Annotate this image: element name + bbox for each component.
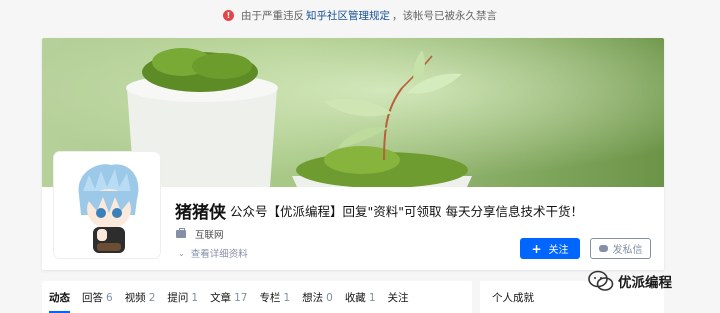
notice-suffix: ，该帐号已被永久禁言 [392,9,497,22]
industry-label: 互联网 [195,230,224,241]
view-details-label: 查看详细资料 [190,249,248,260]
warning-icon: ! [223,9,234,21]
chevron-down-icon: ⌄ [178,248,185,258]
tab-thoughts[interactable]: 想法 0 [302,290,333,305]
ban-notice: ! 由于严重违反 知乎社区管理规定 ，该帐号已被永久禁言 [0,0,720,30]
profile-headline: 公众号【优派编程】回复"资料"可领取 每天分享信息技术干货！ [230,204,583,219]
tab-count: 1 [368,292,376,304]
tab-label: 提问 [167,292,189,304]
tab-label: 想法 [302,292,324,304]
plus-icon: + [531,241,542,256]
notice-prefix: 由于严重违反 [241,9,304,22]
tab-count: 6 [106,292,113,304]
tab-count: 1 [283,292,291,304]
tab-questions[interactable]: 提问 1 [167,290,198,305]
tab-articles[interactable]: 文章 17 [210,290,247,305]
follow-button[interactable]: + 关注 [520,238,580,259]
tab-videos[interactable]: 视频 2 [125,290,156,305]
avatar[interactable] [54,152,160,258]
view-details-link[interactable]: ⌄ 查看详细资料 [178,246,248,261]
profile-card: 猪猪侠 公众号【优派编程】回复"资料"可领取 每天分享信息技术干货！ 互联网 ⌄… [42,38,664,270]
tab-count: 0 [326,292,333,304]
watermark-text: 优派编程 [618,275,672,291]
tab-label: 动态 [49,292,70,304]
follow-label: 关注 [548,245,569,256]
tab-following[interactable]: 关注 [388,290,409,305]
tab-columns[interactable]: 专栏 1 [259,290,290,305]
tab-count: 17 [234,292,248,304]
achievements-title: 个人成就 [492,292,534,304]
briefcase-icon [176,228,186,238]
profile-tabs: 动态 回答 6 视频 2 提问 1 文章 17 专栏 1 想法 0 收藏 1 关注 [42,281,472,313]
profile-name: 猪猪侠 [175,203,226,223]
tab-label: 收藏 [344,292,366,304]
avatar-illustration [57,155,157,255]
watermark: 优派编程 [588,270,672,292]
tab-count: 2 [148,292,156,304]
tab-label: 专栏 [259,292,281,304]
tab-answers[interactable]: 回答 6 [82,290,113,305]
tab-label: 关注 [387,292,409,304]
tab-label: 视频 [124,292,146,304]
chat-bubble-icon [598,245,608,252]
tab-label: 回答 [82,292,103,304]
wechat-logo-icon [588,270,614,291]
message-button[interactable]: 发私信 [590,238,651,259]
industry-row: 互联网 [176,227,224,241]
community-rules-link[interactable]: 知乎社区管理规定 [306,8,390,23]
message-label: 发私信 [612,245,643,256]
tab-activity[interactable]: 动态 [49,290,70,313]
tab-label: 文章 [210,292,232,304]
tab-collections[interactable]: 收藏 1 [345,290,376,305]
tab-count: 1 [191,292,199,304]
